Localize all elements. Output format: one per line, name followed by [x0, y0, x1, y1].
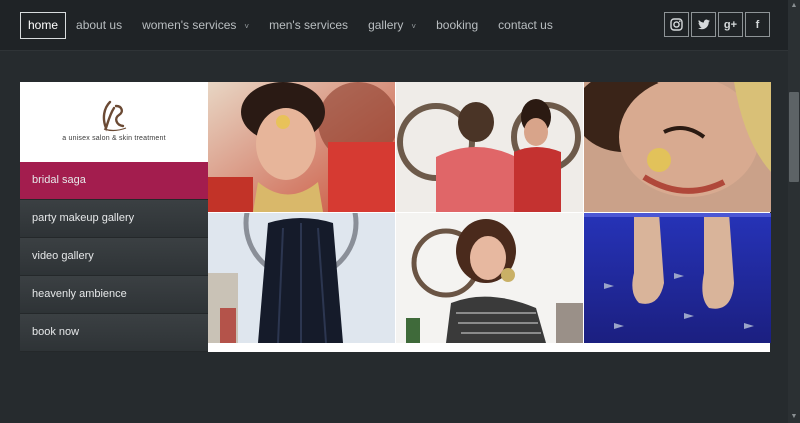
nav-contact-us[interactable]: contact us	[488, 13, 563, 38]
twitter-button[interactable]	[691, 12, 716, 37]
menu-item-party-makeup-gallery[interactable]: party makeup gallery	[20, 200, 208, 238]
brand-logo-card[interactable]: a unisex salon & skin treatment	[20, 82, 208, 162]
nav-home-label: home	[28, 18, 59, 32]
nav-home[interactable]: home	[20, 12, 67, 39]
facebook-icon: f	[755, 18, 760, 31]
nav-gallery[interactable]: gallery ˅	[358, 13, 426, 38]
logo-tagline: a unisex salon & skin treatment	[62, 135, 166, 142]
nav-booking[interactable]: booking	[426, 13, 488, 38]
nav-booking-label: booking	[436, 18, 479, 32]
instagram-icon	[670, 18, 683, 31]
menu-item-heavenly-ambience[interactable]: heavenly ambience	[20, 276, 208, 314]
party-makeup-model-photo[interactable]	[396, 213, 583, 343]
menu-item-bridal-saga[interactable]: bridal saga	[20, 162, 208, 200]
nav-womens-label: women's services	[142, 18, 237, 32]
long-hair-styling-photo[interactable]	[208, 213, 395, 343]
nav-mens-label: men's services	[269, 18, 349, 32]
main-menu: home about us women's services ˅ men's se…	[20, 12, 563, 39]
nav-about-us[interactable]: about us	[66, 13, 132, 38]
side-menu: bridal saga party makeup gallery video g…	[20, 162, 208, 352]
top-navigation: home about us women's services ˅ men's se…	[0, 0, 788, 51]
menu-item-video-gallery[interactable]: video gallery	[20, 238, 208, 276]
salon-logo-icon	[102, 100, 127, 132]
scroll-down-arrow-icon[interactable]: ▼	[788, 411, 800, 423]
nav-gallery-label: gallery	[368, 18, 404, 32]
menu-item-book-now[interactable]: book now	[20, 314, 208, 352]
facebook-button[interactable]: f	[745, 12, 770, 37]
twitter-icon	[697, 19, 710, 30]
chevron-down-icon: ˅	[244, 22, 250, 31]
social-links: g+ f	[662, 12, 770, 37]
nav-about-label: about us	[76, 18, 123, 32]
google-plus-icon: g+	[723, 18, 738, 31]
stylist-with-bride-photo[interactable]	[396, 82, 583, 212]
nav-womens-services[interactable]: women's services ˅	[132, 13, 259, 38]
fish-pedicure-photo[interactable]	[584, 213, 771, 343]
nav-contact-label: contact us	[498, 18, 553, 32]
instagram-button[interactable]	[664, 12, 689, 37]
chevron-down-icon: ˅	[411, 22, 417, 31]
bridal-closeup-photo[interactable]	[584, 82, 771, 212]
bridal-portrait-photo[interactable]	[208, 82, 395, 212]
photo-gallery	[208, 82, 771, 352]
nav-mens-services[interactable]: men's services	[259, 13, 358, 38]
scroll-up-arrow-icon[interactable]: ▲	[788, 0, 800, 12]
google-plus-button[interactable]: g+	[718, 12, 743, 37]
scrollbar-thumb[interactable]	[789, 92, 799, 182]
page-scrollbar[interactable]: ▲ ▼	[788, 0, 800, 423]
